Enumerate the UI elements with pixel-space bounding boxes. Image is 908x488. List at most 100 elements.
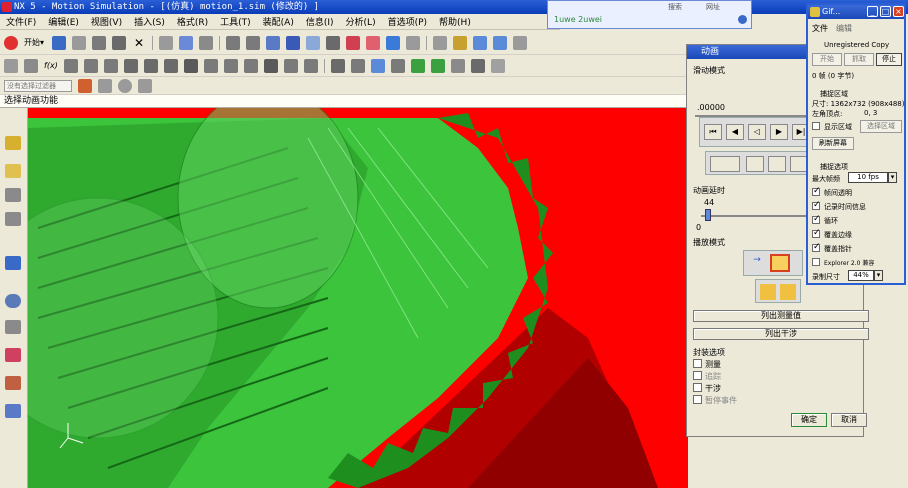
size-dropdown-icon[interactable]: ▾	[874, 270, 883, 281]
next-step-icon[interactable]	[430, 58, 445, 73]
menu-analysis[interactable]: 分析(L)	[346, 15, 376, 28]
menu-assembly[interactable]: 装配(A)	[263, 15, 294, 28]
transparent-checkbox[interactable]	[812, 186, 821, 196]
step-back-icon[interactable]: ◀	[726, 124, 744, 140]
history-icon[interactable]	[5, 212, 21, 226]
paste-icon[interactable]	[112, 35, 127, 50]
drive-icon[interactable]	[303, 58, 318, 73]
joint-icon[interactable]	[63, 58, 78, 73]
force-icon[interactable]	[143, 58, 158, 73]
graph-icon[interactable]	[370, 58, 385, 73]
rewind-icon[interactable]	[490, 58, 505, 73]
render-style-icon[interactable]	[346, 35, 361, 50]
minimize-icon[interactable]: _	[867, 6, 878, 17]
pan-icon[interactable]	[306, 35, 321, 50]
arrow-icon[interactable]	[98, 78, 112, 93]
contact-icon[interactable]	[183, 58, 198, 73]
explode-icon[interactable]	[746, 156, 764, 172]
pause-event-checkbox[interactable]	[693, 395, 702, 404]
menu-edit[interactable]: 编辑(E)	[48, 15, 79, 28]
loop-checkbox[interactable]	[812, 214, 821, 224]
cut-icon[interactable]	[72, 35, 87, 50]
torque-icon[interactable]	[163, 58, 178, 73]
zoom-icon[interactable]	[266, 35, 281, 50]
camera-icon[interactable]	[326, 35, 341, 50]
stop-record-button[interactable]: 停止	[876, 53, 902, 66]
explorer-checkbox[interactable]	[812, 258, 820, 266]
refresh-screen-button[interactable]: 刷新屏幕	[812, 137, 854, 150]
play-step-icon[interactable]	[780, 284, 796, 300]
solver-icon[interactable]	[283, 58, 298, 73]
shading-icon[interactable]	[366, 35, 381, 50]
fps-dropdown-icon[interactable]: ▾	[888, 172, 897, 183]
trace-icon[interactable]	[710, 156, 740, 172]
motion-env-icon[interactable]	[4, 58, 18, 73]
select-icon[interactable]	[179, 35, 194, 50]
cancel-button[interactable]: 取消	[831, 413, 867, 427]
select-area-button[interactable]: 选择区域	[860, 120, 902, 133]
max-fps-select[interactable]: 10 fps	[848, 172, 888, 183]
undo-icon[interactable]	[159, 35, 174, 50]
list-measurements-button[interactable]: 列出测量值	[693, 310, 869, 322]
document-icon[interactable]	[5, 320, 21, 334]
measure-checkbox[interactable]	[693, 359, 702, 368]
roles-icon[interactable]	[5, 376, 21, 390]
stop-icon[interactable]	[470, 58, 485, 73]
cable-icon[interactable]	[243, 58, 258, 73]
start-icon[interactable]	[4, 35, 18, 50]
zoom-window-icon[interactable]	[246, 35, 261, 50]
record-size-select[interactable]: 44%	[848, 270, 874, 281]
solution-icon[interactable]	[330, 58, 345, 73]
menu-format[interactable]: 格式(R)	[177, 15, 208, 28]
popup-site-label[interactable]: 网址	[706, 2, 720, 12]
view-cube-icon[interactable]	[386, 35, 401, 50]
play-icon[interactable]: ▶	[770, 124, 788, 140]
start-button[interactable]: 开始▾	[24, 37, 44, 48]
wireframe-icon[interactable]	[406, 35, 421, 50]
border-checkbox[interactable]	[812, 228, 821, 238]
menu-help[interactable]: 帮助(H)	[439, 15, 471, 28]
link-icon[interactable]	[24, 58, 38, 73]
marker-trace-icon[interactable]	[768, 156, 786, 172]
curve-icon[interactable]	[138, 78, 152, 93]
palette-icon[interactable]	[5, 348, 21, 362]
play-once-icon[interactable]: →	[748, 255, 766, 271]
capture-button[interactable]: 抓取	[844, 53, 874, 66]
settings-icon[interactable]	[513, 35, 528, 50]
navigator-icon[interactable]	[5, 136, 21, 150]
menu-file[interactable]: 文件(F)	[6, 15, 36, 28]
marker-icon[interactable]	[83, 58, 98, 73]
ping-pong-icon[interactable]	[760, 284, 776, 300]
export-icon[interactable]	[390, 58, 405, 73]
repeat-icon[interactable]	[199, 35, 214, 50]
fit-icon[interactable]	[226, 35, 241, 50]
save-icon[interactable]	[52, 35, 67, 50]
system-icon[interactable]	[5, 404, 21, 418]
prev-step-icon[interactable]	[410, 58, 425, 73]
delay-slider-thumb[interactable]	[705, 209, 711, 221]
show-area-checkbox[interactable]	[812, 122, 820, 130]
snap-icon[interactable]	[433, 35, 448, 50]
cursor-checkbox[interactable]	[812, 242, 821, 252]
menu-preferences[interactable]: 首选项(P)	[388, 15, 427, 28]
spring-icon[interactable]	[103, 58, 118, 73]
graphics-viewport[interactable]	[28, 108, 688, 488]
menu-insert[interactable]: 插入(S)	[134, 15, 165, 28]
ok-button[interactable]: 确定	[791, 413, 827, 427]
assembly-icon[interactable]	[5, 164, 21, 178]
edit-icon[interactable]	[453, 35, 468, 50]
start-record-button[interactable]: 开始	[812, 53, 842, 66]
rotate-icon[interactable]	[286, 35, 301, 50]
filter-dropdown[interactable]: 没有选择过滤器	[4, 79, 72, 92]
clock-icon[interactable]	[5, 294, 21, 308]
animation-icon[interactable]	[350, 58, 365, 73]
menu-view[interactable]: 视图(V)	[91, 15, 122, 28]
fx-label[interactable]: f(x)	[44, 61, 58, 70]
popup-search-label[interactable]: 搜索	[668, 2, 682, 12]
web-icon[interactable]	[5, 256, 21, 270]
gif-menu-file[interactable]: 文件	[812, 23, 828, 34]
delete-icon[interactable]: ✕	[132, 36, 146, 50]
loop-icon[interactable]	[450, 58, 465, 73]
play-loop-icon[interactable]	[770, 254, 790, 272]
interference-checkbox[interactable]	[693, 383, 702, 392]
